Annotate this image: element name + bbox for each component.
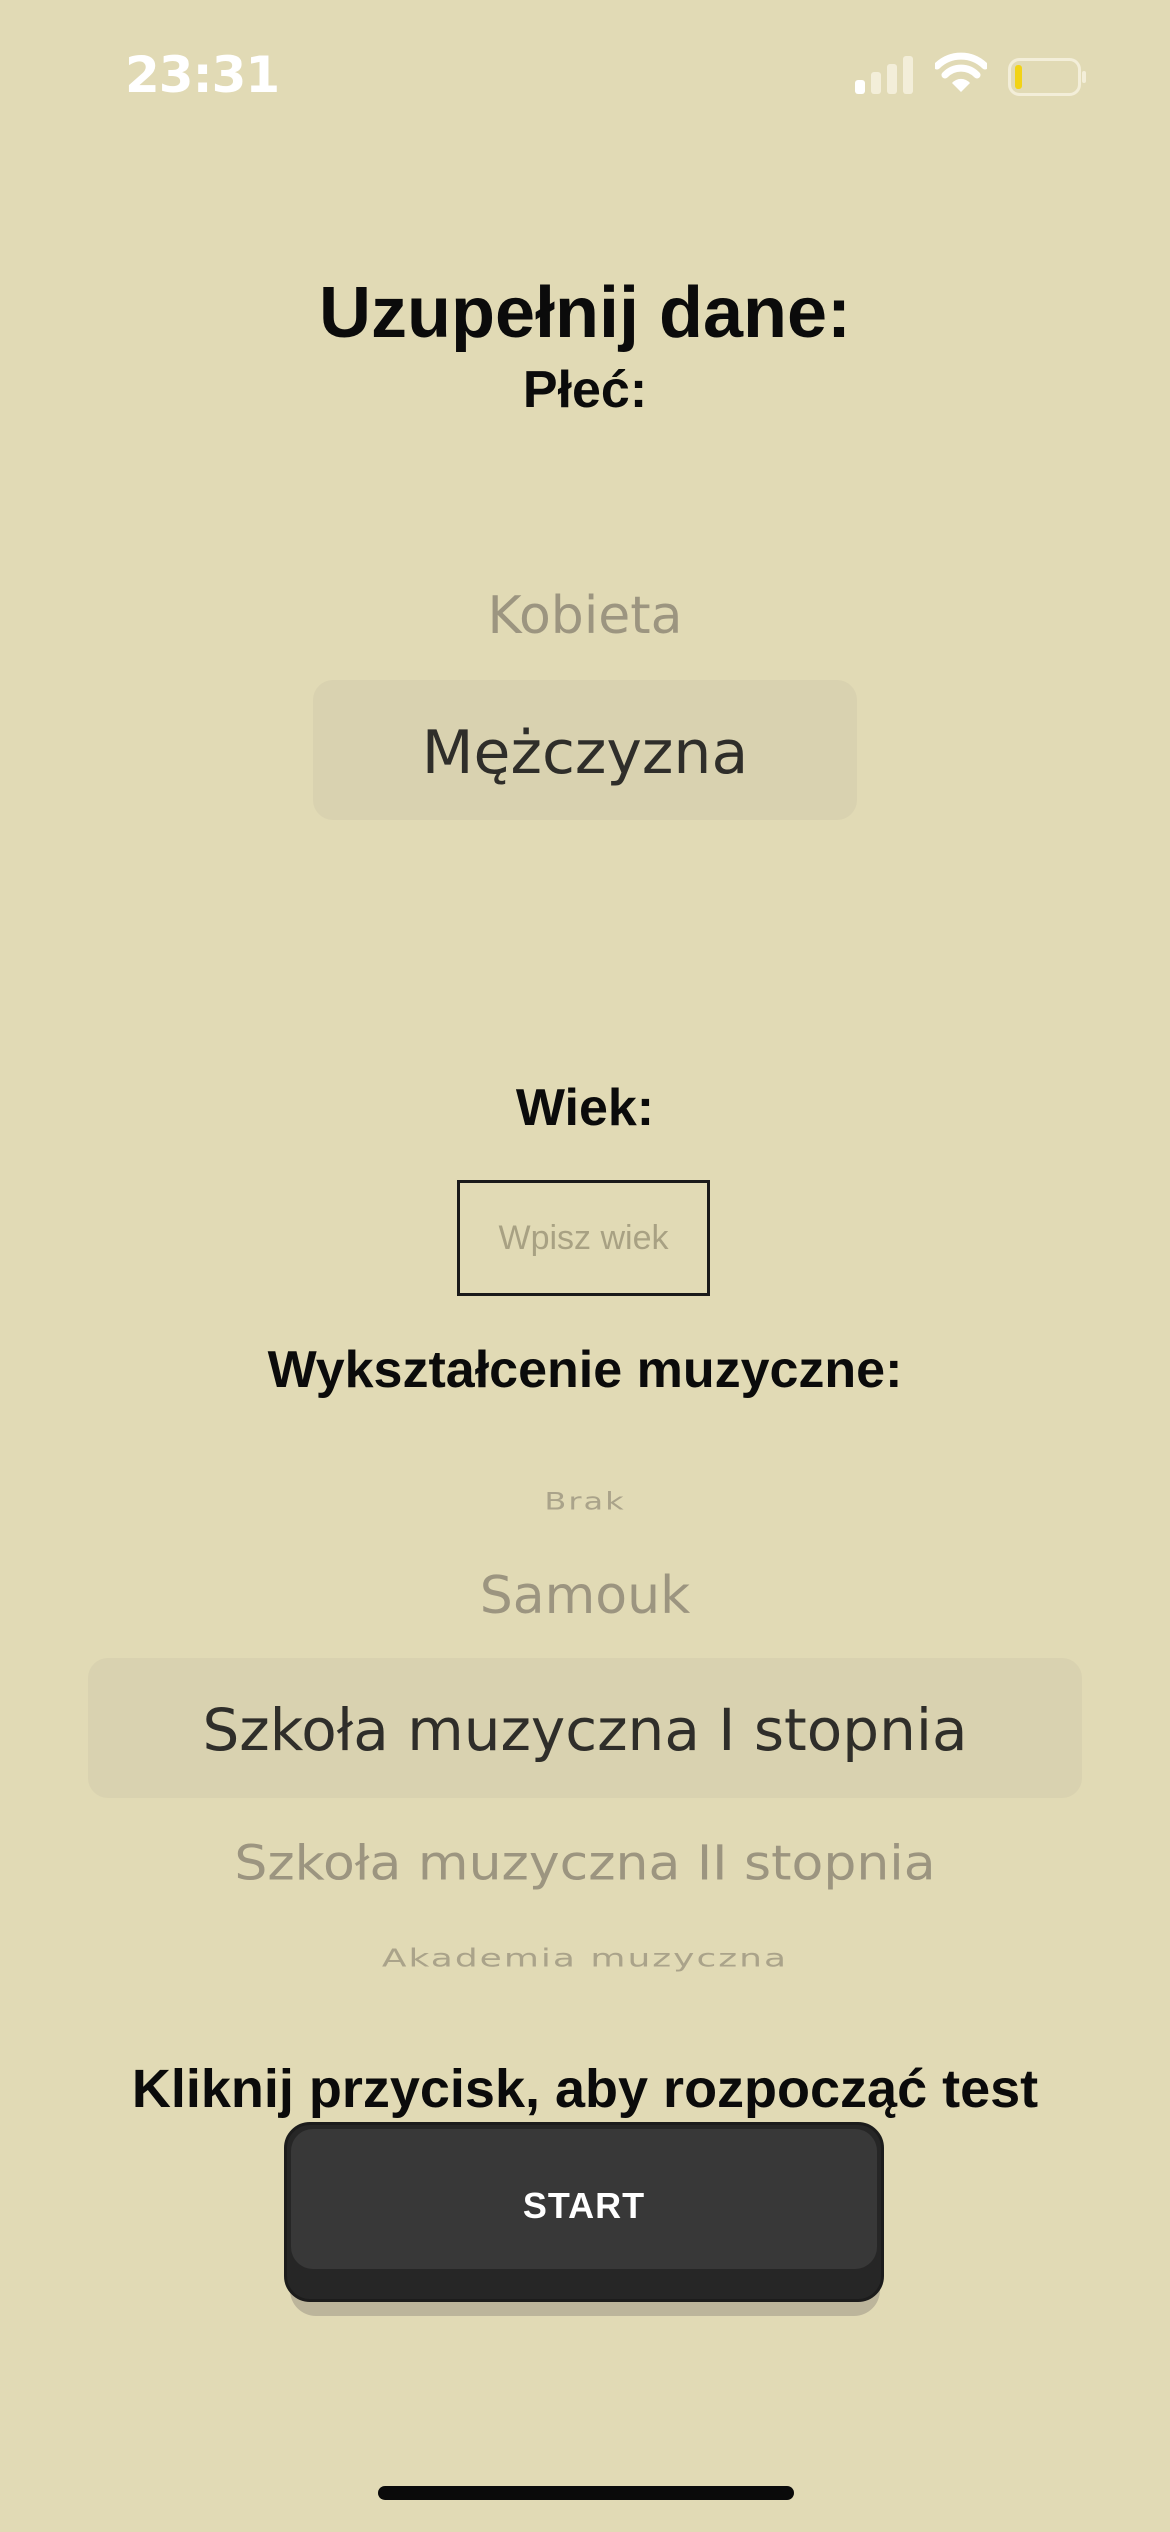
picker-option-szkola-i[interactable]: Szkoła muzyczna I stopnia — [0, 1696, 1170, 1764]
start-prompt: Kliknij przycisk, aby rozpocząć test — [131, 2059, 1039, 2119]
picker-option-brak[interactable]: Brak — [0, 1487, 1170, 1516]
picker-option-mezczyzna[interactable]: Mężczyzna — [0, 718, 1170, 788]
cellular-signal-icon — [855, 54, 915, 94]
picker-option-akademia[interactable]: Akademia muzyczna — [0, 1944, 1170, 1973]
gender-label: Płeć: — [522, 361, 648, 419]
home-indicator[interactable] — [378, 2486, 794, 2500]
start-button[interactable]: START — [284, 2122, 884, 2302]
age-input[interactable] — [457, 1180, 710, 1296]
education-label: Wykształcenie muzyczne: — [267, 1341, 903, 1399]
wifi-icon — [935, 52, 987, 92]
status-time: 23:31 — [125, 46, 280, 104]
picker-option-samouk[interactable]: Samouk — [0, 1566, 1170, 1626]
form-title: Uzupełnij dane: — [318, 273, 852, 353]
picker-option-kobieta[interactable]: Kobieta — [0, 586, 1170, 646]
age-label: Wiek: — [515, 1079, 655, 1137]
picker-option-szkola-ii[interactable]: Szkoła muzyczna II stopnia — [0, 1836, 1170, 1891]
start-button-label: START — [522, 2185, 646, 2226]
battery-icon — [1008, 58, 1086, 96]
